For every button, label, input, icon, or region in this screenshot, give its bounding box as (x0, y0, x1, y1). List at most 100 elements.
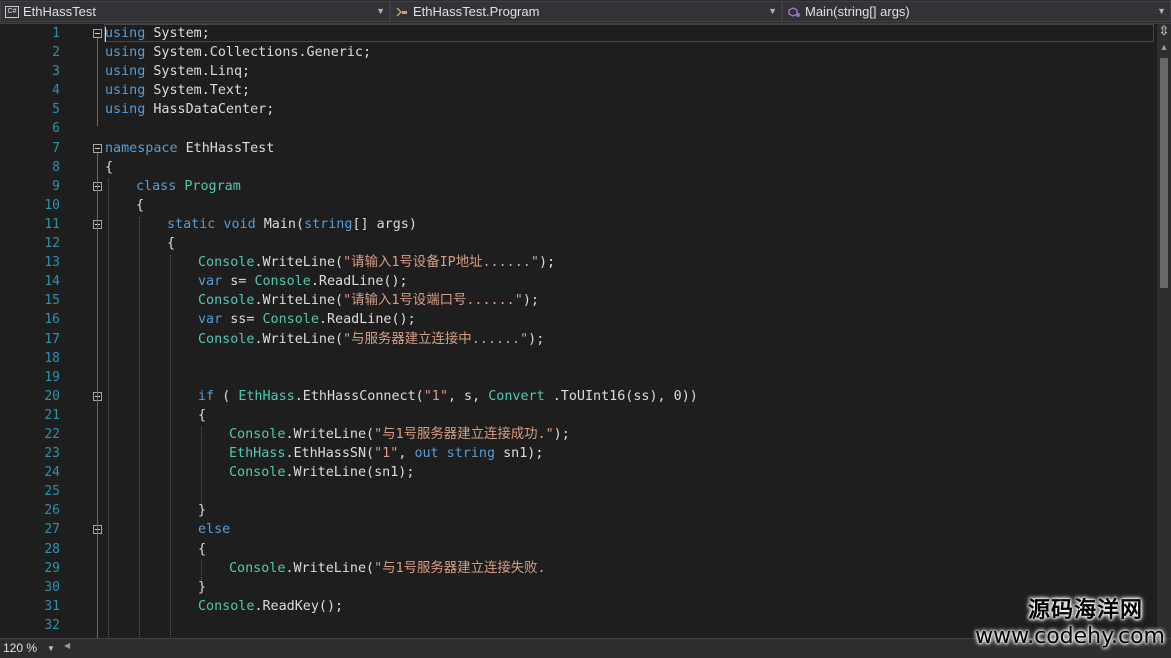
line-number: 31 (44, 598, 60, 614)
code-token: .EthHassSN( (285, 446, 375, 462)
outline-line (97, 152, 98, 638)
scroll-left-icon[interactable]: ◀ (64, 641, 70, 650)
indent-guide (170, 255, 171, 638)
code-text: var ss= Console.ReadLine(); (198, 310, 416, 329)
code-token: , (398, 446, 415, 462)
scroll-up-icon[interactable]: ▲ (1157, 40, 1171, 54)
code-token: ss= (222, 312, 263, 328)
code-token: Console (198, 255, 255, 271)
class-icon (395, 6, 409, 18)
code-text: Console.WriteLine(sn1); (229, 463, 414, 482)
class-dropdown-label: EthHassTest.Program (413, 4, 540, 19)
line-number: 12 (44, 236, 60, 252)
code-token: Console (229, 426, 286, 442)
code-text: { (167, 234, 175, 253)
line-number: 25 (44, 484, 60, 500)
line-number: 23 (44, 446, 60, 462)
indent-guide (201, 560, 202, 580)
code-token: .WriteLine( (254, 331, 344, 347)
csharp-project-icon: C# (5, 5, 19, 18)
zoom-dropdown[interactable]: 120 % ▼ (3, 641, 55, 655)
collapse-icon[interactable] (93, 143, 102, 153)
code-token: } (198, 579, 207, 595)
code-token: { (167, 236, 176, 252)
code-token: using (105, 102, 146, 118)
code-text: } (198, 501, 206, 520)
indent-guide (108, 178, 109, 638)
code-editor[interactable]: 1 using System; 2 using System.Collections.… (0, 24, 1157, 638)
chevron-down-icon[interactable]: ▼ (1157, 6, 1166, 16)
code-text: Console.ReadKey(); (198, 597, 343, 616)
code-token: ( (214, 388, 239, 404)
code-text: using System.Text; (105, 81, 250, 100)
line-number: 6 (52, 121, 60, 137)
line-number: 8 (52, 159, 60, 175)
line-number: 29 (44, 560, 60, 576)
code-token: "1" (374, 446, 399, 462)
class-dropdown[interactable]: EthHassTest.Program ▼ (390, 1, 782, 22)
watermark-url: www.codehy.com (975, 624, 1165, 649)
code-token: { (105, 159, 114, 175)
line-number: 21 (44, 407, 60, 423)
code-token: "与1号服务器建立连接成功." (374, 426, 554, 442)
code-token: Program (184, 178, 241, 194)
indent-guide (139, 217, 140, 638)
code-token: else (198, 522, 231, 538)
code-token: .WriteLine( (254, 255, 344, 271)
code-token: System.Linq; (145, 64, 251, 80)
code-token: EthHass (238, 388, 295, 404)
scrollbar-thumb[interactable] (1160, 58, 1168, 288)
line-number: 32 (44, 617, 60, 633)
code-text: Console.WriteLine("与服务器建立连接中......"); (198, 330, 544, 349)
code-token: ); (553, 426, 570, 442)
code-token: Console (198, 598, 255, 614)
code-text: using System.Collections.Generic; (105, 43, 371, 62)
split-window-icon[interactable]: ⇳ (1157, 24, 1171, 38)
code-token: .ReadLine(); (310, 274, 408, 290)
code-token: if (198, 388, 215, 404)
member-dropdown[interactable]: Main(string[] args) ▼ (782, 1, 1171, 22)
code-token: Console (254, 274, 311, 290)
watermark-site-name: 源码海洋网 (1027, 598, 1143, 623)
line-number: 26 (44, 503, 60, 519)
code-text: var s= Console.ReadLine(); (198, 272, 408, 291)
code-token: using (105, 64, 146, 80)
code-token: "请输入1号设端口号......" (343, 293, 523, 309)
code-token: s= (222, 274, 255, 290)
line-number: 13 (44, 255, 60, 271)
code-token: sn1); (495, 446, 544, 462)
line-number: 28 (44, 541, 60, 557)
code-token: .WriteLine( (285, 426, 375, 442)
code-text: { (105, 158, 113, 177)
code-text: class Program (136, 177, 241, 196)
member-dropdown-label: Main(string[] args) (805, 4, 910, 19)
code-text: { (198, 540, 206, 559)
code-token: System; (145, 26, 210, 41)
code-text: else (198, 520, 230, 539)
code-text: { (198, 406, 206, 425)
code-text: if ( EthHass.EthHassConnect("1", s, Conv… (198, 387, 698, 406)
method-icon (787, 6, 801, 18)
line-number: 1 (52, 26, 60, 41)
code-token: { (198, 407, 207, 423)
vertical-scrollbar[interactable]: ⇳ ▲ (1157, 24, 1171, 638)
project-dropdown[interactable]: C# EthHassTest ▼ (0, 1, 390, 22)
code-token: using (105, 45, 146, 61)
chevron-down-icon[interactable]: ▼ (768, 6, 777, 16)
line-number: 17 (44, 331, 60, 347)
chevron-down-icon[interactable]: ▼ (376, 6, 385, 16)
chevron-down-icon[interactable]: ▼ (47, 644, 55, 653)
code-token: "与服务器建立连接中......" (343, 331, 529, 347)
code-token: using (105, 83, 146, 99)
outline-line (97, 38, 98, 126)
code-token: Console (198, 331, 255, 347)
code-text: Console.WriteLine("与1号服务器建立连接失败. (229, 559, 546, 578)
code-token: namespace (105, 140, 178, 156)
code-token: static void (167, 216, 256, 232)
collapse-icon[interactable] (93, 29, 102, 38)
line-number: 3 (52, 64, 60, 80)
code-token: EthHassTest (177, 140, 275, 156)
line-number: 7 (52, 140, 60, 156)
line-number: 9 (52, 178, 60, 194)
code-token: Convert (488, 388, 545, 404)
